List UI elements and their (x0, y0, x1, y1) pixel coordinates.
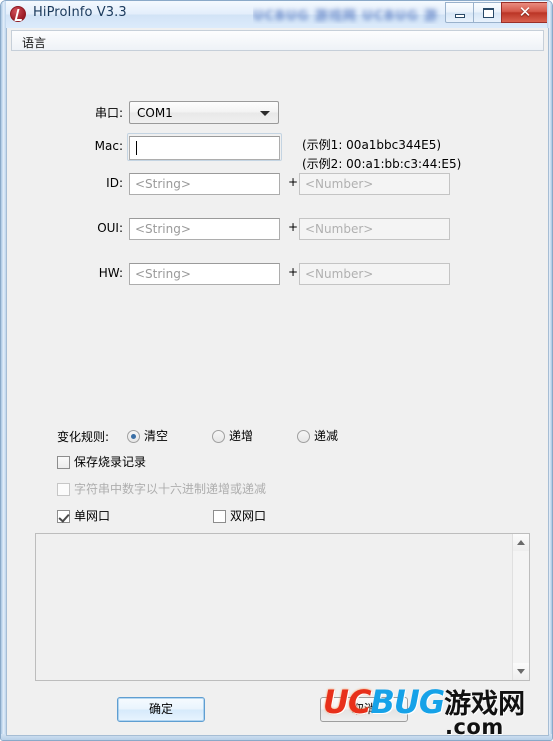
menu-item-language[interactable]: 语言 (18, 33, 50, 52)
cancel-button[interactable]: 取消 (320, 697, 408, 722)
oui-operator: + (288, 220, 299, 234)
label-serial-port: 串口: (94, 106, 123, 120)
checkbox-single-port-label: 单网口 (74, 509, 111, 523)
application-window: HiProInfo V3.3 UCBUG 游戏网 UCBUG 游戏网 ✕ 语言 (0, 0, 553, 741)
id-number-input[interactable]: <Number> (299, 173, 450, 195)
checkbox-hex-mode-indicator (57, 483, 70, 496)
checkbox-single-port-indicator (57, 510, 70, 523)
mac-input[interactable] (129, 136, 280, 160)
minimize-icon (455, 14, 465, 18)
checkbox-dual-port-indicator (213, 510, 226, 523)
menu-bar: 语言 (11, 30, 544, 51)
radio-clear[interactable]: 清空 (127, 427, 168, 443)
radio-increment-indicator (212, 430, 225, 443)
oui-number-input[interactable]: <Number> (299, 218, 450, 240)
label-hw: HW: (98, 266, 123, 280)
checkbox-single-port[interactable]: 单网口 (57, 507, 110, 523)
text-caret (136, 141, 137, 155)
id-operator: + (288, 175, 299, 189)
mac-hint-2: (示例2: 00:a1:bb:c3:44:E5) (302, 157, 462, 171)
scroll-up-icon[interactable] (513, 534, 529, 551)
id-string-input[interactable]: <String> (129, 173, 280, 195)
title-bar[interactable]: HiProInfo V3.3 UCBUG 游戏网 UCBUG 游戏网 ✕ (1, 1, 552, 28)
ok-button[interactable]: 确定 (117, 697, 205, 722)
radio-increment[interactable]: 递增 (212, 427, 253, 443)
scroll-down-icon[interactable] (513, 663, 529, 680)
checkbox-hex-mode: 字符串中数字以十六进制递增或递减 (57, 480, 266, 496)
log-output-area[interactable] (35, 533, 530, 681)
maximize-icon (483, 8, 494, 18)
checkbox-save-record-indicator (57, 456, 70, 469)
checkbox-hex-mode-label: 字符串中数字以十六进制递增或递减 (74, 482, 267, 496)
oui-string-input[interactable]: <String> (129, 218, 280, 240)
label-oui: OUI: (97, 221, 123, 235)
app-logo-icon (10, 6, 26, 22)
checkbox-dual-port[interactable]: 双网口 (213, 507, 266, 523)
checkbox-save-record-label: 保存烧录记录 (74, 455, 147, 469)
blurred-watermark-text: UCBUG 游戏网 UCBUG 游戏网 (253, 9, 439, 24)
hw-string-input[interactable]: <String> (129, 263, 280, 285)
client-area: 语言 串口: COM1 Mac: (示例1: 00a1bbc344E5) (示例… (6, 28, 549, 736)
radio-decrement[interactable]: 递减 (297, 427, 338, 443)
close-button[interactable]: ✕ (501, 2, 549, 23)
checkbox-dual-port-label: 双网口 (230, 509, 267, 523)
window-controls: ✕ (445, 2, 549, 23)
maximize-button[interactable] (473, 2, 502, 23)
window-title: HiProInfo V3.3 (33, 5, 127, 20)
hw-number-input[interactable]: <Number> (299, 263, 450, 285)
chevron-down-icon (260, 111, 270, 116)
radio-decrement-indicator (297, 430, 310, 443)
change-rule-label: 变化规则: (57, 430, 110, 444)
mac-hint-1: (示例1: 00a1bbc344E5) (302, 138, 442, 152)
hw-operator: + (288, 265, 299, 279)
radio-increment-label: 递增 (229, 429, 254, 443)
checkbox-save-record[interactable]: 保存烧录记录 (57, 453, 146, 469)
log-scrollbar[interactable] (512, 534, 529, 680)
label-mac: Mac: (94, 139, 123, 153)
close-icon: ✕ (518, 3, 532, 21)
radio-clear-label: 清空 (144, 429, 169, 443)
radio-decrement-label: 递减 (314, 429, 339, 443)
serial-port-value: COM1 (137, 106, 173, 120)
serial-port-combobox[interactable]: COM1 (129, 101, 279, 124)
radio-clear-indicator (127, 430, 140, 443)
blurred-watermark: UCBUG 游戏网 UCBUG 游戏网 (253, 4, 449, 24)
label-id: ID: (106, 176, 123, 190)
minimize-button[interactable] (445, 2, 474, 23)
